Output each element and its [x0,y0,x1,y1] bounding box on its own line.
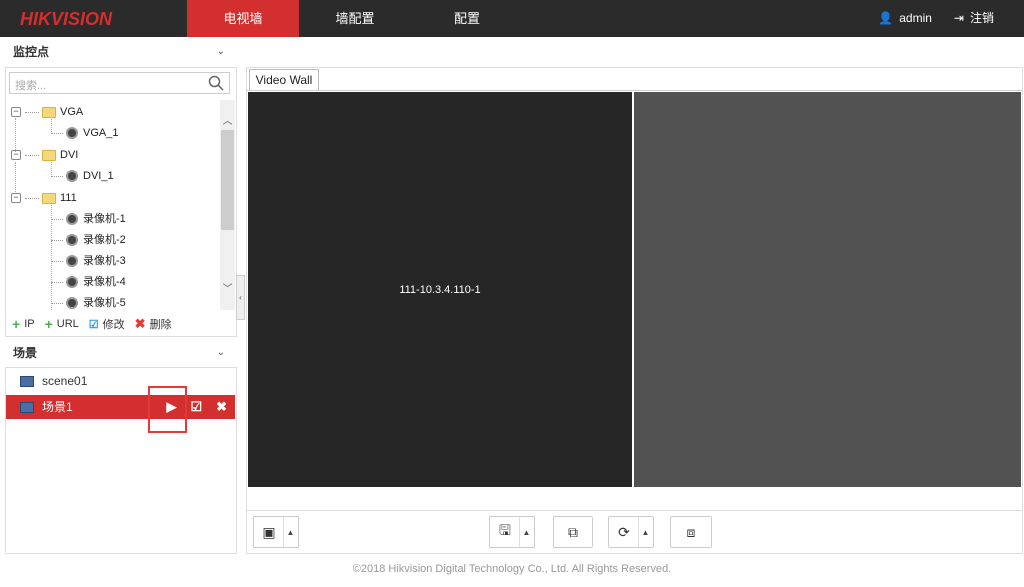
scene-section-header[interactable]: 场景 ⌄ [5,338,237,368]
add-url-button[interactable]: + URL [45,316,79,332]
scene-icon [20,401,34,413]
tree-folder-111[interactable]: − 111 [11,188,77,208]
scene-item-selected[interactable]: 场景1 ▶ ☑ ✖ [6,395,235,419]
search-input[interactable]: 搜索... [9,72,230,94]
tree-label: 录像机-3 [83,255,126,267]
camera-icon [66,170,78,182]
camera-icon [66,213,78,225]
scene-label: scene01 [42,374,88,388]
add-ip-button[interactable]: + IP [12,316,35,332]
camera-icon [66,255,78,267]
edit-icon: ☑ [88,318,99,331]
top-navigation-bar: HIKVISION 电视墙 墙配置 配置 👤 admin ⇥ 注销 [0,0,1024,37]
delete-button[interactable]: ✖ 删除 [135,316,172,332]
add-ip-label: IP [24,318,35,330]
tree-folder-vga[interactable]: − VGA [11,102,83,122]
logout-label: 注销 [969,11,994,25]
refresh-icon: ⟳ [618,523,630,540]
logout-button[interactable]: ⇥ 注销 [954,0,994,37]
hikvision-logo: HIKVISION [20,9,113,29]
tree-label: 录像机-1 [83,213,126,225]
camera-icon [66,234,78,246]
tree-camera-nvr4[interactable]: 录像机-4 [51,272,126,292]
tree-label: 录像机-4 [83,276,126,288]
save-icon: 🖫 [499,522,511,538]
tree-label: VGA [60,106,84,118]
folder-icon [42,192,56,204]
dropdown-icon[interactable]: ▲ [638,517,652,547]
username: admin [899,11,932,25]
clear-windows-button[interactable]: ⧉ [553,516,593,548]
monitor-tree: − VGA VGA_1 − DVI DVI_1 − 111 录像机-1 录像机-2 录… [9,100,221,310]
scroll-up-icon[interactable]: ︿ [220,112,235,127]
scene-icon [20,375,34,387]
collapse-icon[interactable]: − [11,150,21,160]
tree-label: DVI [60,149,79,161]
delete-label: 删除 [149,319,172,331]
footer-copyright: ©2018 Hikvision Digital Technology Co., … [352,563,672,575]
chevron-down-icon[interactable]: ⌄ [217,37,225,67]
tree-label: DVI_1 [83,170,114,182]
collapse-icon[interactable]: − [11,193,21,203]
tree-camera-vga1[interactable]: VGA_1 [51,123,118,143]
tree-camera-nvr5[interactable]: 录像机-5 [51,293,126,310]
tree-label: 录像机-5 [83,297,126,309]
tab-wall-config[interactable]: 墙配置 [299,0,411,37]
user-menu[interactable]: 👤 admin [878,0,932,37]
tree-label: 111 [60,192,77,204]
tab-tv-wall[interactable]: 电视墙 [187,0,299,37]
add-url-label: URL [56,318,79,330]
tree-camera-nvr3[interactable]: 录像机-3 [51,251,126,271]
chevron-down-icon[interactable]: ⌄ [217,338,225,368]
tree-label: VGA_1 [83,127,119,139]
monitor-toolbar: + IP + URL ☑ 修改 ✖ 删除 [12,316,172,332]
plus-icon: + [12,316,21,332]
scroll-down-icon[interactable]: ﹀ [220,280,235,295]
wall-screen-2[interactable] [634,92,1021,487]
save-scene-button[interactable]: 🖫 ▲ [489,516,535,548]
folder-icon [42,106,56,118]
user-icon: 👤 [878,11,894,25]
tree-camera-nvr1[interactable]: 录像机-1 [51,209,126,229]
collapse-icon[interactable]: − [11,107,21,117]
refresh-button[interactable]: ⟳ ▲ [608,516,654,548]
logout-icon: ⇥ [953,11,964,25]
tree-scrollbar[interactable]: ︿ ﹀ [220,100,235,310]
camera-icon [66,276,78,288]
tree-camera-dvi1[interactable]: DVI_1 [51,166,114,186]
search-placeholder: 搜索... [15,80,47,92]
layout-button[interactable]: ▣ ▲ [253,516,299,548]
wall-screen-1[interactable]: 111-10.3.4.110-1 [248,92,632,487]
delete-icon: ✖ [134,316,146,331]
scene-title: 场景 [13,346,38,360]
edit-button[interactable]: ☑ 修改 [89,316,125,332]
collapse-panel-handle[interactable]: ‹ [236,275,245,320]
folder-icon [42,149,56,161]
clear-icon: ⧉ [568,523,578,540]
dropdown-icon[interactable]: ▲ [519,517,533,547]
edit-icon[interactable]: ☑ [190,395,202,419]
scene-item[interactable]: scene01 [6,369,235,393]
monitor-section-header[interactable]: 监控点 ⌄ [5,37,237,67]
tab-video-wall[interactable]: Video Wall [249,69,319,90]
window-icon: ▣ [262,523,276,540]
screen-switch-button[interactable]: ⧈ [670,516,712,548]
scene-label: 场景1 [42,400,73,414]
camera-icon [66,297,78,309]
tree-label: 录像机-2 [83,234,126,246]
tab-config[interactable]: 配置 [411,0,523,37]
screen-switch-icon: ⧈ [686,523,696,540]
dropdown-icon[interactable]: ▲ [283,517,297,547]
camera-icon [66,127,78,139]
scroll-thumb[interactable] [221,130,234,230]
search-icon[interactable] [207,74,225,92]
plus-icon: + [44,316,53,332]
highlight-box [148,386,187,433]
tree-folder-dvi[interactable]: − DVI [11,145,78,165]
monitor-title: 监控点 [13,45,50,59]
tree-camera-nvr2[interactable]: 录像机-2 [51,230,126,250]
close-icon[interactable]: ✖ [216,395,227,419]
screen-label: 111-10.3.4.110-1 [399,283,481,296]
edit-label: 修改 [102,319,125,331]
